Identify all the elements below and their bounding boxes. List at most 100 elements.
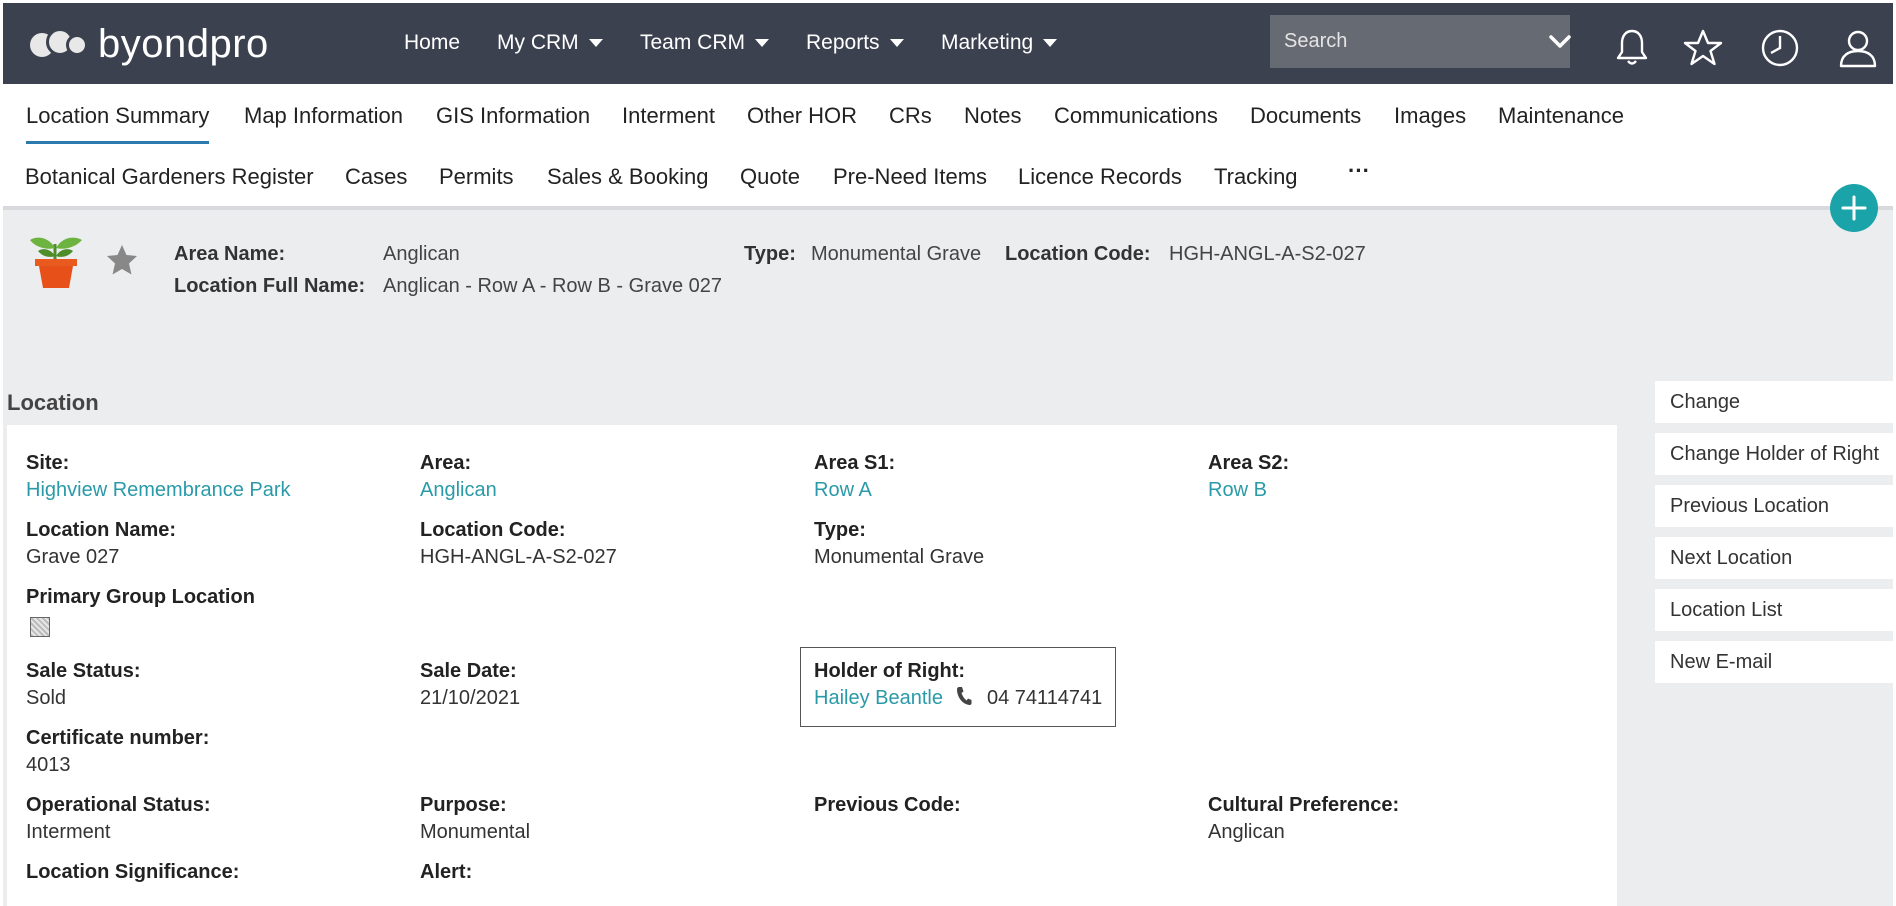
operational-status-label: Operational Status: — [26, 794, 211, 816]
location-code-field-value: HGH-ANGL-A-S2-027 — [420, 546, 617, 568]
tab-botanical-gardeners-register[interactable]: Botanical Gardeners Register — [25, 164, 314, 190]
change-button[interactable]: Change — [1655, 381, 1893, 423]
clock-icon[interactable] — [1759, 27, 1801, 69]
tab-tracking[interactable]: Tracking — [1214, 164, 1298, 190]
site-link[interactable]: Highview Remembrance Park — [26, 479, 291, 502]
star-icon[interactable] — [1682, 27, 1724, 69]
chevron-down-icon[interactable] — [1549, 15, 1571, 68]
sale-status-value: Sold — [26, 687, 67, 709]
nav-my-crm-label: My CRM — [497, 31, 579, 54]
caret-down-icon — [755, 39, 770, 47]
new-email-button[interactable]: New E-mail — [1655, 641, 1893, 683]
caret-down-icon — [588, 39, 603, 47]
tab-communications[interactable]: Communications — [1054, 103, 1218, 129]
favorite-star-icon[interactable] — [105, 243, 139, 277]
next-location-button[interactable]: Next Location — [1655, 537, 1893, 579]
location-section-title: Location — [7, 390, 99, 415]
search-box — [1270, 15, 1571, 68]
location-significance-label: Location Significance: — [26, 861, 240, 883]
nav-reports[interactable]: Reports — [806, 31, 904, 55]
type-field-value: Monumental Grave — [814, 546, 985, 568]
location-full-name-label: Location Full Name: — [174, 275, 366, 297]
cultural-preference-label: Cultural Preference: — [1208, 794, 1400, 816]
type-value: Monumental Grave — [811, 243, 982, 265]
nav-reports-label: Reports — [806, 31, 880, 54]
area-s2-label: Area S2: — [1208, 452, 1290, 474]
location-list-button[interactable]: Location List — [1655, 589, 1893, 631]
certificate-number-label: Certificate number: — [26, 727, 210, 749]
tab-location-summary[interactable]: Location Summary — [26, 103, 209, 129]
area-link[interactable]: Anglican — [420, 479, 497, 502]
area-label: Area: — [420, 452, 472, 474]
tab-sales-booking[interactable]: Sales & Booking — [547, 164, 708, 190]
tab-images[interactable]: Images — [1394, 103, 1466, 129]
add-button[interactable] — [1830, 184, 1878, 232]
tab-notes[interactable]: Notes — [964, 103, 1021, 129]
cultural-preference-value: Anglican — [1208, 821, 1285, 843]
primary-group-location-label: Primary Group Location — [26, 586, 255, 608]
tab-licence-records[interactable]: Licence Records — [1018, 164, 1182, 190]
plus-icon — [1841, 195, 1867, 221]
holder-phone-value: 04 74114741 — [987, 687, 1103, 709]
type-label: Type: — [744, 243, 796, 265]
location-code-value: HGH-ANGL-A-S2-027 — [1169, 243, 1366, 265]
holder-of-right-label: Holder of Right: — [814, 660, 966, 682]
caret-down-icon — [889, 39, 904, 47]
alert-label: Alert: — [420, 861, 473, 883]
phone-icon — [956, 686, 972, 706]
tab-quote[interactable]: Quote — [740, 164, 800, 190]
bell-icon[interactable] — [1611, 27, 1653, 69]
top-navigation-bar: byondpro Home My CRM Team CRM Reports Ma… — [3, 3, 1893, 84]
location-name-value: Grave 027 — [26, 546, 120, 568]
location-code-field-label: Location Code: — [420, 519, 566, 541]
location-full-name-value: Anglican - Row A - Row B - Grave 027 — [383, 275, 723, 297]
change-holder-of-right-button[interactable]: Change Holder of Right — [1655, 433, 1893, 475]
search-input[interactable] — [1270, 15, 1549, 68]
area-s2-link[interactable]: Row B — [1208, 479, 1267, 502]
brand-logo[interactable]: byondpro — [30, 19, 269, 69]
nav-my-crm[interactable]: My CRM — [497, 31, 603, 55]
purpose-label: Purpose: — [420, 794, 507, 816]
tab-map-information[interactable]: Map Information — [244, 103, 403, 129]
holder-of-right-link[interactable]: Hailey Beantle — [814, 687, 943, 710]
nav-home-label: Home — [404, 31, 461, 54]
user-icon[interactable] — [1837, 27, 1879, 69]
tab-cases[interactable]: Cases — [345, 164, 407, 190]
primary-group-location-checkbox[interactable] — [30, 617, 50, 637]
area-s1-label: Area S1: — [814, 452, 896, 474]
nav-marketing-label: Marketing — [941, 31, 1034, 54]
sale-status-label: Sale Status: — [26, 660, 141, 682]
area-name-label: Area Name: — [174, 243, 286, 265]
caret-down-icon — [1043, 39, 1058, 47]
sale-date-value: 21/10/2021 — [420, 687, 521, 709]
location-name-label: Location Name: — [26, 519, 177, 541]
tab-gis-information[interactable]: GIS Information — [436, 103, 590, 129]
site-label: Site: — [26, 452, 70, 474]
more-tabs-button[interactable]: ··· — [1348, 158, 1370, 184]
operational-status-value: Interment — [26, 821, 111, 843]
certificate-number-value: 4013 — [26, 754, 71, 776]
sale-date-label: Sale Date: — [420, 660, 517, 682]
nav-team-crm-label: Team CRM — [640, 31, 746, 54]
brand-name: byondpro — [98, 21, 269, 66]
tab-permits[interactable]: Permits — [439, 164, 514, 190]
tab-crs[interactable]: CRs — [889, 103, 932, 129]
tab-maintenance[interactable]: Maintenance — [1498, 103, 1624, 129]
previous-code-label: Previous Code: — [814, 794, 961, 816]
tab-interment[interactable]: Interment — [622, 103, 715, 129]
plant-pot-icon — [28, 230, 84, 288]
active-tab-indicator — [26, 141, 209, 144]
previous-location-button[interactable]: Previous Location — [1655, 485, 1893, 527]
purpose-value: Monumental — [420, 821, 531, 843]
area-s1-link[interactable]: Row A — [814, 479, 872, 502]
area-name-value: Anglican — [383, 243, 460, 265]
tab-pre-need-items[interactable]: Pre-Need Items — [833, 164, 987, 190]
tab-documents[interactable]: Documents — [1250, 103, 1361, 129]
nav-team-crm[interactable]: Team CRM — [640, 31, 770, 55]
nav-marketing[interactable]: Marketing — [941, 31, 1058, 55]
nav-home[interactable]: Home — [404, 31, 460, 55]
type-field-label: Type: — [814, 519, 866, 541]
tab-other-hor[interactable]: Other HOR — [747, 103, 857, 129]
location-code-label: Location Code: — [1005, 243, 1151, 265]
logo-circles-icon — [30, 24, 92, 64]
